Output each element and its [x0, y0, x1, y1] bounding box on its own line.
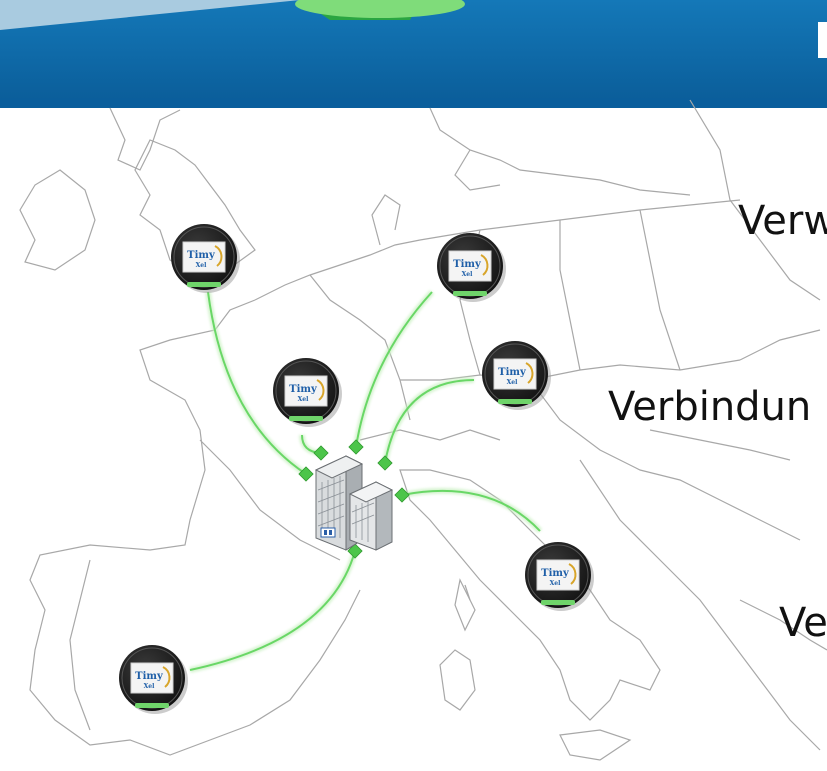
connection-line-site-spain [189, 550, 356, 671]
site-germany-node: TimyXel [437, 233, 506, 302]
connection-line-site-germany [355, 291, 433, 448]
timyxel-logo: TimyXel [182, 241, 226, 273]
timyxel-logo: TimyXel [536, 559, 580, 591]
site-status-glow [541, 600, 575, 605]
site-status-glow [187, 282, 221, 287]
connection-lines [189, 289, 543, 673]
badge-text-line2: Xel [550, 580, 561, 587]
badge-text-line2: Xel [144, 683, 155, 690]
badge-text-line2: Xel [298, 396, 309, 403]
badge-text-line2: Xel [507, 379, 518, 386]
timyxel-logo: TimyXel [493, 358, 537, 390]
badge-text-line1: Timy [187, 250, 216, 261]
badge-text-line1: Timy [498, 367, 527, 378]
site-austria-node: TimyXel [482, 341, 551, 410]
timyxel-logo: TimyXel [130, 662, 174, 694]
site-status-glow [289, 416, 323, 421]
office-building-icon [314, 455, 394, 551]
badge-text-line2: Xel [462, 271, 473, 278]
timyxel-logo: TimyXel [284, 375, 328, 407]
site-spain-node: TimyXel [119, 645, 188, 714]
site-italy-node: TimyXel [525, 542, 594, 611]
site-london-node: TimyXel [171, 224, 240, 293]
badge-text-line1: Timy [541, 568, 570, 579]
site-status-glow [453, 291, 487, 296]
side-label-1: Verw [738, 198, 827, 244]
site-paris-node: TimyXel [273, 358, 342, 427]
badge-text-line1: Timy [135, 671, 164, 682]
side-label-3: Ve [779, 600, 827, 646]
site-status-glow [135, 703, 169, 708]
side-label-2: Verbindun [608, 384, 812, 430]
badge-text-line1: Timy [453, 259, 482, 270]
timyxel-logo: TimyXel [448, 250, 492, 282]
site-status-glow [498, 399, 532, 404]
badge-text-line1: Timy [289, 384, 318, 395]
badge-text-line2: Xel [196, 262, 207, 269]
